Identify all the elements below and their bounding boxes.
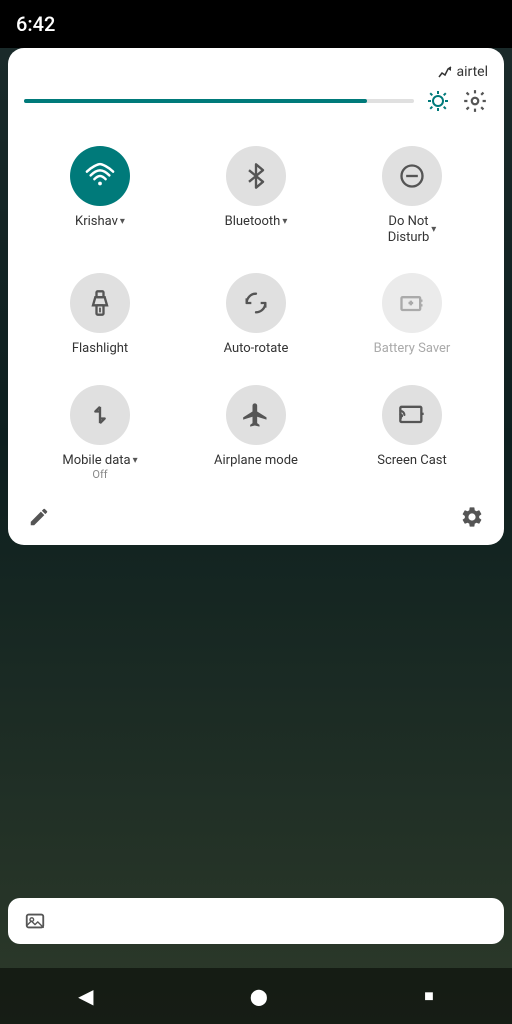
bluetooth-icon-wrap [226, 146, 286, 206]
tiles-grid: Krishav ▾ Bluetooth ▾ [24, 134, 488, 489]
autorotate-label: Auto-rotate [224, 341, 289, 357]
image-bar-icon [24, 910, 46, 932]
nav-bar: ◀ ⬤ ■ [0, 968, 512, 1024]
tile-mobiledata[interactable]: Mobile data ▾ Off [24, 373, 176, 490]
wifi-icon-wrap [70, 146, 130, 206]
wifi-label-row: Krishav ▾ [75, 214, 125, 230]
quick-settings-panel: airtel [8, 48, 504, 545]
batterysaver-icon-wrap [382, 273, 442, 333]
brightness-settings-icon[interactable] [462, 88, 488, 114]
brightness-row [24, 88, 488, 114]
tile-autorotate[interactable]: Auto-rotate [180, 261, 332, 365]
tile-dnd[interactable]: Do NotDisturb ▾ [336, 134, 488, 253]
tile-wifi[interactable]: Krishav ▾ [24, 134, 176, 253]
tile-batterysaver[interactable]: Battery Saver [336, 261, 488, 365]
tile-flashlight[interactable]: Flashlight [24, 261, 176, 365]
autorotate-icon-wrap [226, 273, 286, 333]
dnd-icon-wrap [382, 146, 442, 206]
tile-screencast[interactable]: Screen Cast [336, 373, 488, 490]
settings-button[interactable] [460, 505, 484, 529]
mobiledata-label: Mobile data [62, 453, 130, 469]
status-bar: 6:42 [0, 0, 512, 48]
mobiledata-dropdown: ▾ [133, 455, 138, 466]
panel-bottom [24, 505, 488, 529]
edit-button[interactable] [28, 506, 50, 528]
dnd-label: Do NotDisturb [388, 214, 430, 245]
screencast-label: Screen Cast [377, 453, 447, 469]
back-button[interactable]: ◀ [78, 984, 93, 1008]
brightness-sun-icon[interactable] [426, 89, 450, 113]
flashlight-icon-wrap [70, 273, 130, 333]
home-button[interactable]: ⬤ [250, 987, 268, 1006]
tile-airplane[interactable]: Airplane mode [180, 373, 332, 490]
carrier-row: airtel [24, 64, 488, 80]
brightness-fill [24, 99, 367, 103]
mobiledata-label-row: Mobile data ▾ [62, 453, 137, 469]
mobiledata-sublabel: Off [92, 468, 107, 481]
wifi-label: Krishav [75, 214, 118, 230]
signal-icon [438, 65, 452, 79]
dnd-label-row: Do NotDisturb ▾ [388, 214, 437, 245]
bluetooth-dropdown: ▾ [282, 216, 287, 227]
screencast-icon-wrap [382, 385, 442, 445]
flashlight-label: Flashlight [72, 341, 128, 357]
wifi-dropdown: ▾ [120, 216, 125, 227]
bluetooth-label-row: Bluetooth ▾ [225, 214, 288, 230]
tile-bluetooth[interactable]: Bluetooth ▾ [180, 134, 332, 253]
brightness-slider[interactable] [24, 99, 414, 103]
airplane-icon-wrap [226, 385, 286, 445]
carrier-text: airtel [456, 64, 488, 80]
recent-button[interactable]: ■ [424, 986, 434, 1006]
status-time: 6:42 [16, 12, 55, 36]
image-search-bar[interactable] [8, 898, 504, 944]
dnd-dropdown: ▾ [431, 224, 436, 235]
batterysaver-label: Battery Saver [374, 341, 451, 357]
bluetooth-label: Bluetooth [225, 214, 281, 230]
airplane-label: Airplane mode [214, 453, 298, 469]
mobiledata-icon-wrap [70, 385, 130, 445]
